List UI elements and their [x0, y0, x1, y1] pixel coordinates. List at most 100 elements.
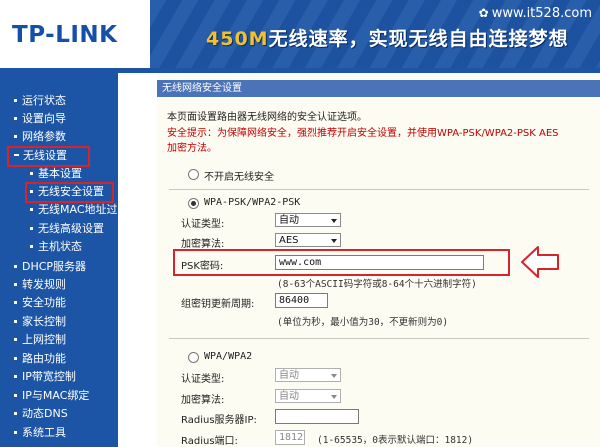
sidebar-item-network[interactable]: 网络参数 — [14, 129, 66, 145]
warning-line-2: 加密方法。 — [167, 143, 217, 154]
radio-wpa[interactable] — [188, 352, 199, 363]
bullet-icon — [14, 282, 17, 286]
bullet-icon — [30, 207, 33, 211]
logo-panel: TP-LINK — [0, 0, 150, 68]
sidebar-item-label: DHCP服务器 — [22, 260, 87, 273]
sidebar-item-label: IP与MAC绑定 — [22, 389, 90, 402]
enc2-select[interactable]: 自动 — [275, 389, 341, 403]
group-key-label: 组密钥更新周期: — [181, 299, 255, 310]
bullet-icon — [30, 171, 33, 175]
sidebar-item-label: 基本设置 — [38, 167, 82, 180]
tp-link-logo: TP-LINK — [12, 22, 118, 48]
sidebar-item-bandwidth[interactable]: IP带宽控制 — [14, 369, 76, 385]
panel-title: 无线网络安全设置 — [157, 80, 600, 97]
bullet-icon — [14, 393, 17, 397]
sidebar-item-routing[interactable]: 路由功能 — [14, 351, 66, 367]
divider — [169, 338, 589, 339]
radius-port-label: Radius端口: — [181, 436, 238, 447]
slogan-rest: 无线速率，实现无线自由连接梦想 — [268, 28, 569, 50]
enc-value: AES — [279, 235, 299, 246]
bullet-icon — [14, 356, 17, 360]
radio-wpa-psk[interactable] — [188, 198, 199, 209]
sidebar-item-access[interactable]: 上网控制 — [14, 332, 66, 348]
auth-type2-label: 认证类型: — [181, 374, 225, 385]
psk-hint: (8-63个ASCII码字符或8-64个十六进制字符) — [277, 279, 477, 290]
bullet-icon — [14, 337, 17, 341]
sidebar-item-label: IP带宽控制 — [22, 370, 76, 383]
radius-ip-input[interactable] — [275, 409, 359, 424]
globe-icon: ✿ — [478, 6, 489, 20]
sidebar: 运行状态 设置向导 网络参数 无线设置 基本设置 无线安全设置 无线MAC地址过… — [0, 73, 118, 447]
chevron-down-icon — [331, 219, 337, 223]
radius-port-input[interactable]: 1812 — [275, 430, 305, 445]
wpa-psk-label: WPA-PSK/WPA2-PSK — [204, 197, 301, 208]
auth-type-label: 认证类型: — [181, 219, 225, 230]
sidebar-item-label: 路由功能 — [22, 352, 66, 365]
enc-label: 加密算法: — [181, 239, 225, 250]
chevron-down-icon — [331, 374, 337, 378]
sidebar-item-label: 动态DNS — [22, 407, 68, 420]
sidebar-item-label: 运行状态 — [22, 94, 66, 107]
sidebar-item-status[interactable]: 运行状态 — [14, 93, 66, 109]
sidebar-item-hosts[interactable]: 主机状态 — [30, 239, 82, 255]
no-security-label: 不开启无线安全 — [204, 172, 274, 183]
warning-line-1: 安全提示：为保障网络安全，强烈推荐开启安全设置，并使用WPA-PSK/WPA2-… — [167, 128, 559, 139]
sidebar-item-tools[interactable]: 系统工具 — [14, 425, 66, 441]
sidebar-item-label: 设置向导 — [22, 112, 66, 125]
bullet-icon — [14, 374, 17, 378]
sidebar-item-label: 系统工具 — [22, 426, 66, 439]
enc2-label: 加密算法: — [181, 395, 225, 406]
bullet-icon — [14, 300, 17, 304]
radius-ip-label: Radius服务器IP: — [181, 415, 257, 426]
group-key-input[interactable]: 86400 — [275, 293, 328, 308]
auth-type2-value: 自动 — [279, 370, 299, 381]
header-banner: TP-LINK ✿ www.it528.com 450M无线速率，实现无线自由连接… — [0, 0, 600, 68]
bullet-icon — [30, 244, 33, 248]
bullet-icon — [14, 98, 17, 102]
highlight-box-wireless — [7, 146, 90, 167]
sidebar-item-forwarding[interactable]: 转发规则 — [14, 277, 66, 293]
sidebar-item-label: 主机状态 — [38, 240, 82, 253]
sidebar-item-label: 无线高级设置 — [38, 222, 104, 235]
bullet-icon — [14, 264, 17, 268]
radio-no-security[interactable] — [188, 169, 199, 180]
watermark: ✿ www.it528.com — [479, 6, 592, 21]
group-key-hint: (单位为秒，最小值为30，不更新则为0) — [277, 317, 449, 328]
sidebar-item-dhcp[interactable]: DHCP服务器 — [14, 259, 86, 275]
bullet-icon — [14, 411, 17, 415]
bullet-icon — [14, 116, 17, 120]
sidebar-item-advanced[interactable]: 无线高级设置 — [30, 221, 104, 237]
highlight-box-security — [25, 182, 114, 203]
sidebar-item-wizard[interactable]: 设置向导 — [14, 111, 66, 127]
sidebar-item-parental[interactable]: 家长控制 — [14, 314, 66, 330]
auth-type-select[interactable]: 自动 — [275, 213, 341, 227]
sidebar-item-label: 网络参数 — [22, 130, 66, 143]
intro-text: 本页面设置路由器无线网络的安全认证选项。 — [167, 112, 367, 123]
watermark-text: www.it528.com — [491, 6, 592, 21]
content-gutter — [118, 73, 157, 447]
sidebar-item-label: 安全功能 — [22, 296, 66, 309]
wpa-label: WPA/WPA2 — [204, 351, 253, 362]
sidebar-item-label: 上网控制 — [22, 333, 66, 346]
chevron-down-icon — [331, 239, 337, 243]
enc2-value: 自动 — [279, 391, 299, 402]
sidebar-item-basic[interactable]: 基本设置 — [30, 166, 82, 182]
slogan: 450M无线速率，实现无线自由连接梦想 — [206, 24, 569, 51]
chevron-down-icon — [331, 395, 337, 399]
divider — [169, 189, 589, 190]
bullet-icon — [30, 226, 33, 230]
auth-type2-select[interactable]: 自动 — [275, 368, 341, 382]
bullet-icon — [14, 430, 17, 434]
bullet-icon — [14, 319, 17, 323]
sidebar-item-ip-mac[interactable]: IP与MAC绑定 — [14, 388, 89, 404]
arrow-left-icon — [521, 246, 559, 278]
sidebar-item-label: 家长控制 — [22, 315, 66, 328]
highlight-box-psk — [173, 249, 510, 276]
radius-port-hint: (1-65535，0表示默认端口：1812) — [317, 435, 474, 446]
sidebar-item-label: 转发规则 — [22, 278, 66, 291]
sidebar-item-mac-filter[interactable]: 无线MAC地址过滤 — [30, 202, 118, 218]
enc-select[interactable]: AES — [275, 233, 341, 247]
sidebar-item-label: 无线MAC地址过滤 — [38, 203, 118, 216]
sidebar-item-safety[interactable]: 安全功能 — [14, 295, 66, 311]
sidebar-item-ddns[interactable]: 动态DNS — [14, 406, 68, 422]
